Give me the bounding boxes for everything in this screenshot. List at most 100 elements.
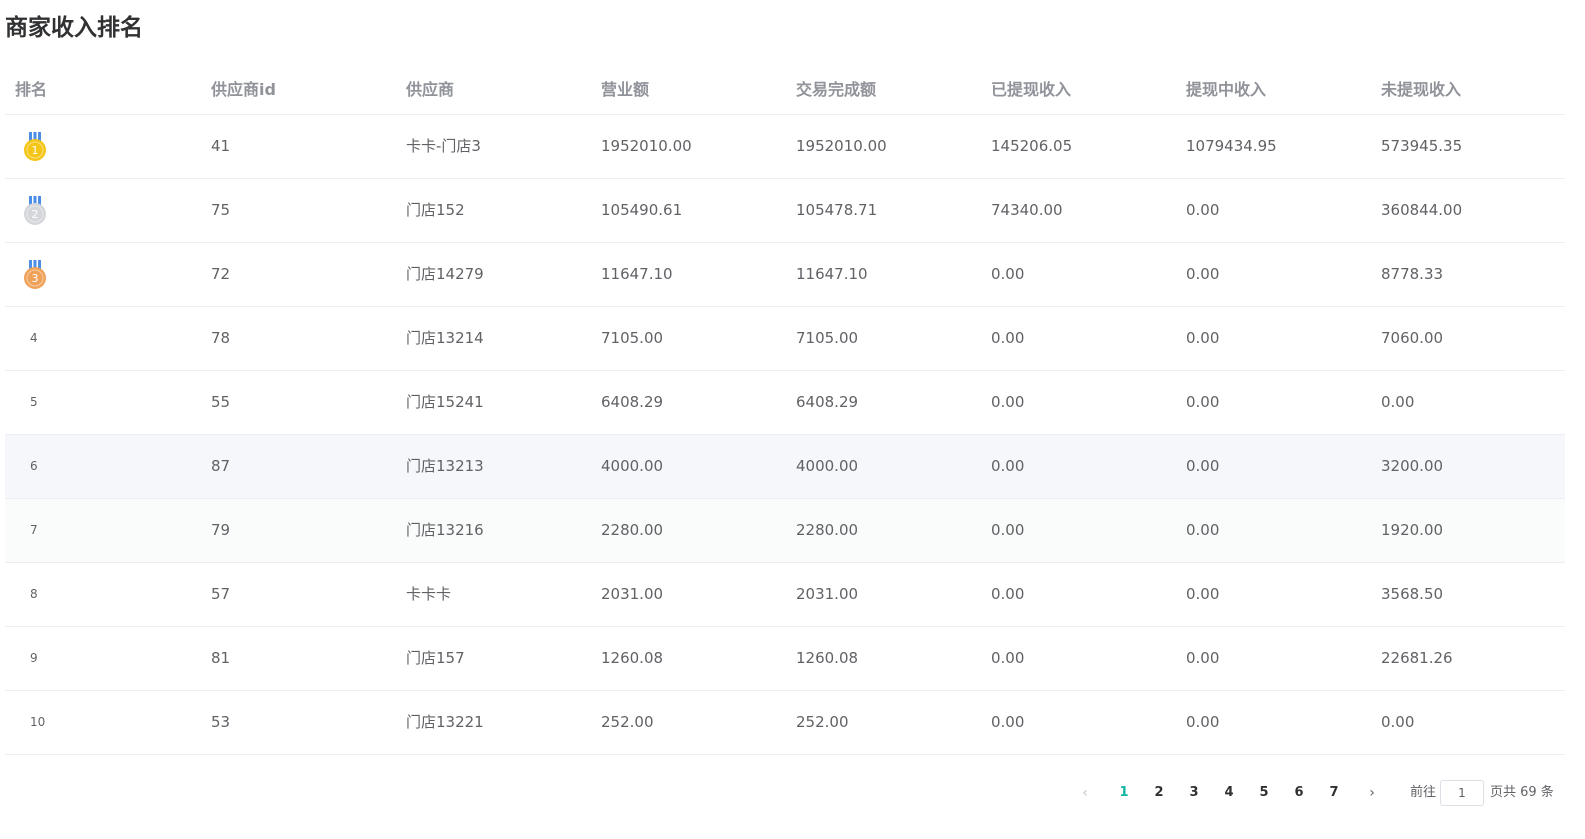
gold-medal-icon: 1 [24,132,46,161]
cell-withdrawn-income: 0.00 [991,393,1025,411]
cell-revenue: 1260.08 [601,649,664,667]
page-number-7[interactable]: 7 [1324,778,1344,808]
cell-not-withdrawn-income: 22681.26 [1381,649,1453,667]
cell-supplier-id: 75 [211,201,231,219]
header-withdrawn-income[interactable]: 已提现收入 [991,66,1071,114]
cell-rank: 4 [30,331,38,345]
table-body: 1 41 卡卡-门店3 1952010.00 1952010.00 145206.05 10… [5,115,1565,755]
page-number-5[interactable]: 5 [1254,778,1274,808]
cell-not-withdrawn-income: 7060.00 [1381,329,1444,347]
cell-supplier-id: 55 [211,393,231,411]
page-number-4[interactable]: 4 [1219,778,1239,808]
cell-withdrawn-income: 0.00 [991,329,1025,347]
page-title: 商家收入排名 [5,15,143,41]
cell-withdrawing-income: 0.00 [1186,393,1220,411]
header-rank[interactable]: 排名 [15,66,47,114]
cell-supplier-id: 78 [211,329,231,347]
cell-supplier: 门店14279 [406,265,484,283]
table-row[interactable]: 6 87 门店13213 4000.00 4000.00 0.00 0.00 3200.00 [5,435,1565,499]
table-row[interactable]: 4 78 门店13214 7105.00 7105.00 0.00 0.00 7060.00 [5,307,1565,371]
cell-rank: 8 [30,587,38,601]
cell-supplier: 门店152 [406,201,465,219]
cell-revenue: 105490.61 [601,201,683,219]
pagination: ‹ 1234567 › 前往 页共 69 条 [1070,778,1570,808]
cell-revenue: 2280.00 [601,521,664,539]
cell-supplier-id: 79 [211,521,231,539]
table-row[interactable]: 9 81 门店157 1260.08 1260.08 0.00 0.00 22681.26 [5,627,1565,691]
cell-not-withdrawn-income: 3568.50 [1381,585,1444,603]
cell-supplier: 门店157 [406,649,465,667]
cell-supplier-id: 57 [211,585,231,603]
cell-completed-amount: 1260.08 [796,649,859,667]
cell-supplier: 门店13216 [406,521,484,539]
header-supplier-id[interactable]: 供应商id [211,66,276,114]
page-number-6[interactable]: 6 [1289,778,1309,808]
chevron-left-icon[interactable]: ‹ [1075,778,1095,808]
cell-rank: 7 [30,523,38,537]
cell-completed-amount: 6408.29 [796,393,859,411]
cell-completed-amount: 2280.00 [796,521,859,539]
table-header: 排名 供应商id 供应商 营业额 交易完成额 已提现收入 提现中收入 未提现收入 [5,66,1565,115]
page-number-3[interactable]: 3 [1184,778,1204,808]
cell-withdrawn-income: 0.00 [991,713,1025,731]
header-not-withdrawn-income[interactable]: 未提现收入 [1381,66,1461,114]
page-number-2[interactable]: 2 [1149,778,1169,808]
cell-supplier: 门店13214 [406,329,484,347]
cell-not-withdrawn-income: 0.00 [1381,713,1415,731]
cell-withdrawing-income: 1079434.95 [1186,137,1277,155]
cell-revenue: 1952010.00 [601,137,692,155]
table-row[interactable]: 10 53 门店13221 252.00 252.00 0.00 0.00 0.00 [5,691,1565,755]
cell-not-withdrawn-income: 3200.00 [1381,457,1444,475]
cell-revenue: 6408.29 [601,393,664,411]
cell-withdrawing-income: 0.00 [1186,457,1220,475]
cell-supplier-id: 53 [211,713,231,731]
cell-completed-amount: 252.00 [796,713,849,731]
cell-revenue: 252.00 [601,713,654,731]
ranking-table: 排名 供应商id 供应商 营业额 交易完成额 已提现收入 提现中收入 未提现收入… [5,66,1565,755]
page-number-1[interactable]: 1 [1114,778,1134,808]
table-row[interactable]: 3 72 门店14279 11647.10 11647.10 0.00 0.00 8778.3… [5,243,1565,307]
table-row[interactable]: 2 75 门店152 105490.61 105478.71 74340.00 0.00 36… [5,179,1565,243]
header-supplier[interactable]: 供应商 [406,66,454,114]
cell-supplier-id: 81 [211,649,231,667]
cell-supplier-id: 87 [211,457,231,475]
goto-label: 前往 [1410,785,1437,800]
cell-not-withdrawn-income: 360844.00 [1381,201,1463,219]
silver-medal-icon: 2 [24,196,46,225]
goto-page-input[interactable] [1440,780,1484,806]
cell-supplier: 门店13213 [406,457,484,475]
cell-withdrawn-income: 0.00 [991,265,1025,283]
cell-withdrawing-income: 0.00 [1186,201,1220,219]
cell-withdrawn-income: 74340.00 [991,201,1063,219]
cell-not-withdrawn-income: 0.00 [1381,393,1415,411]
cell-withdrawing-income: 0.00 [1186,713,1220,731]
bronze-medal-icon: 3 [24,260,46,289]
chevron-right-icon[interactable]: › [1362,778,1382,808]
cell-withdrawn-income: 145206.05 [991,137,1073,155]
cell-revenue: 2031.00 [601,585,664,603]
cell-withdrawing-income: 0.00 [1186,649,1220,667]
table-row[interactable]: 8 57 卡卡卡 2031.00 2031.00 0.00 0.00 3568.50 [5,563,1565,627]
cell-rank: 5 [30,395,38,409]
table-row[interactable]: 7 79 门店13216 2280.00 2280.00 0.00 0.00 1920.00 [5,499,1565,563]
cell-not-withdrawn-income: 8778.33 [1381,265,1444,283]
cell-rank: 6 [30,459,38,473]
cell-completed-amount: 4000.00 [796,457,859,475]
header-revenue[interactable]: 营业额 [601,66,649,114]
table-row[interactable]: 1 41 卡卡-门店3 1952010.00 1952010.00 145206.05 10… [5,115,1565,179]
cell-completed-amount: 11647.10 [796,265,868,283]
cell-revenue: 11647.10 [601,265,673,283]
cell-supplier: 卡卡卡 [406,585,452,603]
cell-completed-amount: 7105.00 [796,329,859,347]
cell-revenue: 4000.00 [601,457,664,475]
svg-text:2: 2 [32,208,39,221]
cell-supplier-id: 41 [211,137,231,155]
table-row[interactable]: 5 55 门店15241 6408.29 6408.29 0.00 0.00 0.00 [5,371,1565,435]
cell-withdrawn-income: 0.00 [991,585,1025,603]
svg-text:3: 3 [32,272,39,285]
header-withdrawing-income[interactable]: 提现中收入 [1186,66,1266,114]
cell-withdrawing-income: 0.00 [1186,521,1220,539]
cell-withdrawn-income: 0.00 [991,649,1025,667]
header-completed-amount[interactable]: 交易完成额 [796,66,876,114]
cell-completed-amount: 2031.00 [796,585,859,603]
